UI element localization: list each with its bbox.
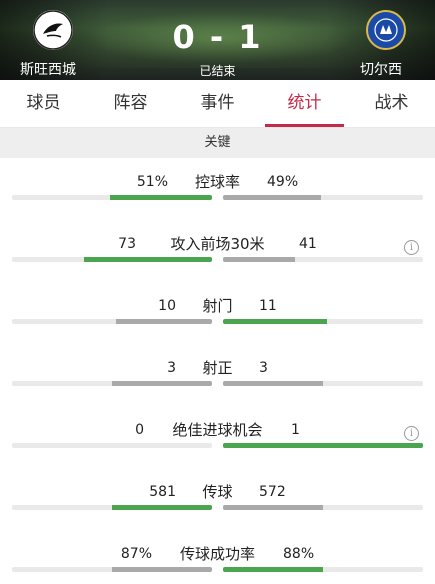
stat-row: 581 传球 572 [0,482,435,544]
stat-away-value: 49% [267,174,299,190]
stat-label: 控球率 [194,173,240,191]
section-header-key: 关键 [0,128,435,158]
home-stat-bar [12,381,212,386]
tab-events[interactable]: 事件 [174,80,261,127]
stat-row: 87% 传球成功率 88% [0,544,435,584]
home-stat-bar [12,257,212,262]
stat-row: 3 射正 3 [0,358,435,420]
stat-row: 0 绝佳进球机会 1 i [0,420,435,482]
away-stat-bar-fill [223,257,295,262]
stat-away-value: 572 [259,484,286,500]
away-stat-bar-fill [223,567,323,572]
stat-row: 51% 控球率 49% [0,172,435,234]
home-stat-bar [12,195,212,200]
info-icon[interactable]: i [404,240,419,255]
away-stat-bar [223,381,423,386]
away-stat-bar-fill [223,381,323,386]
away-team-logo[interactable] [366,10,406,50]
home-stat-bar-fill [112,505,212,510]
home-stat-bar [12,319,212,324]
stat-label: 传球 [202,483,233,501]
stat-away-value: 1 [291,422,300,438]
stat-away-value: 3 [259,360,268,376]
away-stat-bar [223,195,423,200]
stat-label: 射正 [202,359,233,377]
stat-away-value: 11 [259,298,277,314]
stat-label: 传球成功率 [179,545,255,563]
tab-lineup[interactable]: 阵容 [87,80,174,127]
home-stat-bar [12,505,212,510]
tab-bar: 球员 阵容 事件 统计 战术 [0,80,435,128]
away-stat-bar [223,567,423,572]
tab-tactics[interactable]: 战术 [348,80,435,127]
away-stat-bar-fill [223,195,321,200]
home-stat-bar-fill [116,319,212,324]
stat-row: 10 射门 11 [0,296,435,358]
stat-label: 攻入前场30米 [170,235,265,253]
tab-stats[interactable]: 统计 [261,80,348,127]
away-stat-bar [223,257,423,262]
away-stat-bar-fill [223,505,323,510]
stat-label: 绝佳进球机会 [172,421,263,439]
away-stat-bar [223,505,423,510]
tab-players[interactable]: 球员 [0,80,87,127]
home-stat-bar [12,443,212,448]
home-stat-bar-fill [112,567,212,572]
home-stat-bar [12,567,212,572]
stat-label: 射门 [202,297,233,315]
home-stat-bar-fill [110,195,212,200]
away-team-name[interactable]: 切尔西 [360,59,402,79]
away-stat-bar-fill [223,319,327,324]
match-header: 斯旺西城 0 - 1 已结束 切尔西 [0,0,435,80]
away-stat-bar [223,319,423,324]
away-stat-bar [223,443,423,448]
stat-row: 73 攻入前场30米 41 i [0,234,435,296]
stat-away-value: 41 [299,236,317,252]
home-stat-bar-fill [84,257,212,262]
away-stat-bar-fill [223,443,423,448]
home-stat-bar-fill [112,381,212,386]
info-icon[interactable]: i [404,426,419,441]
stat-away-value: 88% [283,546,315,562]
